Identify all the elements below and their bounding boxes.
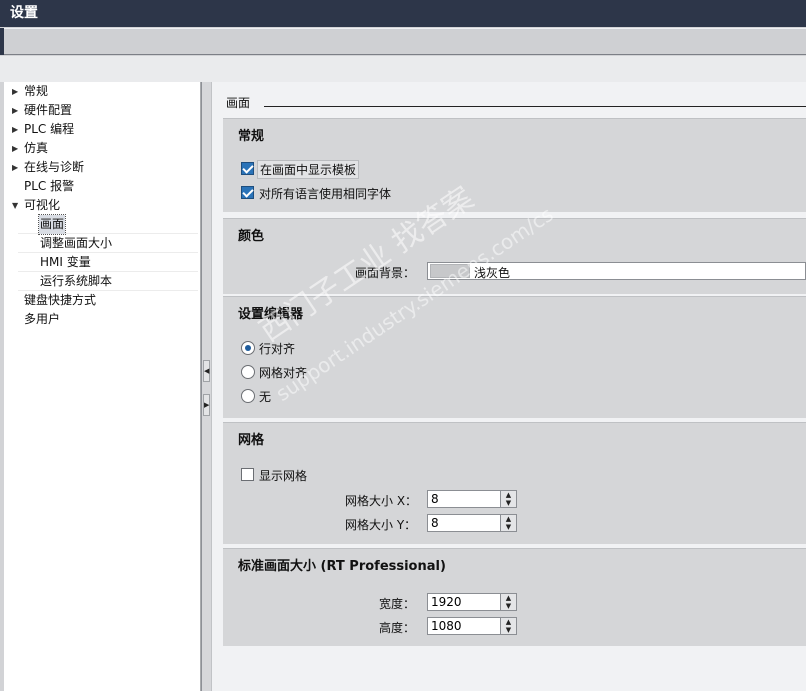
- show-grid-checkbox[interactable]: [241, 468, 254, 481]
- nav-item-label: PLC 报警: [24, 179, 75, 193]
- grid-size-x-input[interactable]: [428, 491, 498, 507]
- toolbar: [4, 28, 806, 55]
- background-color-label: 画面背景：: [355, 266, 416, 280]
- nav-item-label: 键盘快捷方式: [24, 293, 97, 307]
- expand-arrow-icon[interactable]: ▶: [12, 101, 22, 120]
- grid-size-y-stepper[interactable]: ▲ ▼: [427, 514, 517, 532]
- section-title: 常规: [238, 129, 265, 144]
- show-template-checkbox[interactable]: [241, 162, 254, 175]
- same-font-label[interactable]: 对所有语言使用相同字体: [259, 185, 391, 202]
- title-divider: [264, 106, 806, 107]
- nav-item-label: 运行系统脚本: [40, 274, 113, 288]
- align-grid-radio[interactable]: [241, 365, 255, 379]
- expand-arrow-icon[interactable]: ▶: [12, 82, 22, 101]
- nav-item-label: HMI 变量: [40, 255, 91, 269]
- section-grid: 网格 显示网格 网格大小 X： ▲ ▼ 网格大小 Y： ▲ ▼: [223, 422, 806, 544]
- width-label: 宽度：: [379, 597, 416, 611]
- expand-arrow-icon[interactable]: ▶: [12, 120, 22, 139]
- grid-size-y-label: 网格大小 Y：: [345, 518, 417, 532]
- nav-item-label: 调整画面大小: [40, 236, 113, 250]
- show-grid-label[interactable]: 显示网格: [259, 467, 307, 484]
- background-color-picker[interactable]: 浅灰色: [427, 262, 806, 280]
- align-grid-label[interactable]: 网格对齐: [259, 364, 307, 381]
- settings-content: 画面 常规 在画面中显示模板 对所有语言使用相同字体 颜色 画面背景： 浅灰色 …: [212, 82, 806, 691]
- stepper-buttons[interactable]: ▲ ▼: [500, 594, 516, 610]
- expand-arrow-icon[interactable]: ▶: [12, 158, 22, 177]
- align-row-label[interactable]: 行对齐: [259, 340, 295, 357]
- show-template-label[interactable]: 在画面中显示模板: [257, 160, 360, 179]
- section-title: 网格: [238, 433, 265, 448]
- spin-down-icon[interactable]: ▼: [501, 523, 516, 531]
- nav-item-runtime-scripts[interactable]: 运行系统脚本: [18, 272, 198, 291]
- spin-down-icon[interactable]: ▼: [501, 602, 516, 610]
- align-none-radio[interactable]: [241, 389, 255, 403]
- width-input[interactable]: [428, 594, 498, 610]
- collapse-left-icon[interactable]: ◀: [203, 360, 210, 382]
- section-color: 颜色 画面背景： 浅灰色: [223, 218, 806, 294]
- background-color-value: 浅灰色: [474, 266, 511, 280]
- section-standard-screen-size: 标准画面大小 (RT Professional) 宽度： ▲ ▼ 高度： ▲ ▼: [223, 548, 806, 646]
- width-stepper[interactable]: ▲ ▼: [427, 593, 517, 611]
- grid-size-y-input[interactable]: [428, 515, 498, 531]
- spin-up-icon[interactable]: ▲: [501, 491, 516, 499]
- page-title: 画面: [226, 94, 257, 111]
- spin-up-icon[interactable]: ▲: [501, 515, 516, 523]
- section-title: 标准画面大小 (RT Professional): [238, 559, 446, 574]
- same-font-checkbox[interactable]: [241, 186, 254, 199]
- nav-item-resize-screens[interactable]: 调整画面大小: [18, 234, 198, 253]
- settings-nav-tree: ▶ 常规 ▶ 硬件配置 ▶ PLC 编程 ▶ 仿真 ▶ 在线与诊断 PLC 报警…: [4, 82, 201, 691]
- nav-item-label: 仿真: [24, 141, 49, 155]
- nav-item-hmi-tags[interactable]: HMI 变量: [18, 253, 198, 272]
- section-editor-settings: 设置编辑器 行对齐 网格对齐 无: [223, 296, 806, 418]
- stepper-buttons[interactable]: ▲ ▼: [500, 618, 516, 634]
- header-band: [0, 56, 806, 82]
- section-general: 常规 在画面中显示模板 对所有语言使用相同字体: [223, 118, 806, 212]
- align-none-label[interactable]: 无: [259, 388, 271, 405]
- height-label: 高度：: [379, 621, 416, 635]
- height-stepper[interactable]: ▲ ▼: [427, 617, 517, 635]
- collapse-arrow-icon[interactable]: ▼: [12, 196, 22, 215]
- section-title: 设置编辑器: [238, 307, 304, 322]
- color-swatch: [430, 264, 470, 278]
- nav-item-label: 常规: [24, 84, 49, 98]
- spin-down-icon[interactable]: ▼: [501, 626, 516, 634]
- stepper-buttons[interactable]: ▲ ▼: [500, 491, 516, 507]
- nav-item-label: 在线与诊断: [24, 160, 85, 174]
- expand-right-icon[interactable]: ▶: [203, 394, 210, 416]
- nav-item-label: PLC 编程: [24, 122, 75, 136]
- nav-item-label: 硬件配置: [24, 103, 73, 117]
- nav-item-label: 画面: [37, 214, 67, 235]
- spin-down-icon[interactable]: ▼: [501, 499, 516, 507]
- grid-size-x-label: 网格大小 X：: [345, 494, 418, 508]
- grid-size-x-stepper[interactable]: ▲ ▼: [427, 490, 517, 508]
- nav-item-label: 可视化: [24, 198, 61, 212]
- spin-up-icon[interactable]: ▲: [501, 594, 516, 602]
- height-input[interactable]: [428, 618, 498, 634]
- nav-item-label: 多用户: [24, 312, 61, 326]
- expand-arrow-icon[interactable]: ▶: [12, 139, 22, 158]
- stepper-buttons[interactable]: ▲ ▼: [500, 515, 516, 531]
- pane-splitter[interactable]: ◀ ▶: [201, 82, 212, 691]
- nav-item-screens[interactable]: 画面: [18, 214, 198, 235]
- section-title: 颜色: [238, 229, 265, 244]
- align-row-radio[interactable]: [241, 341, 255, 355]
- spin-up-icon[interactable]: ▲: [501, 618, 516, 626]
- window-title: 设置: [0, 0, 806, 27]
